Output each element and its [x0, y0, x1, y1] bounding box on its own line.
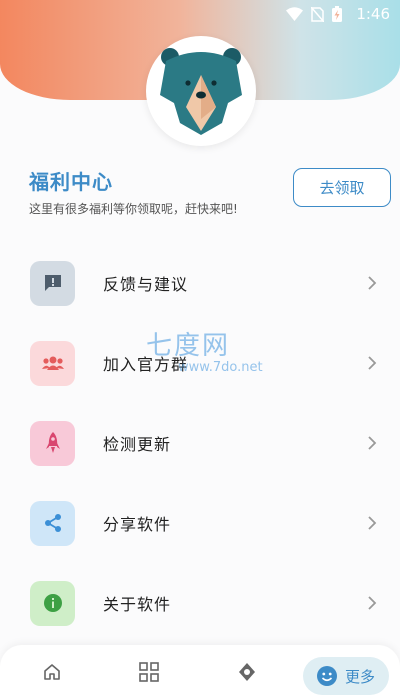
group-icon [41, 356, 64, 370]
menu-label-check-update: 检测更新 [103, 435, 172, 454]
menu-item-join-group[interactable]: 加入官方群 [0, 333, 400, 393]
nav-discover[interactable] [232, 657, 262, 687]
menu-item-about[interactable]: 关于软件 [0, 573, 400, 633]
group-icon-box [30, 340, 75, 386]
claim-button[interactable]: 去领取 [293, 168, 391, 207]
menu-label-feedback: 反馈与建议 [103, 275, 189, 294]
nav-home[interactable] [37, 657, 67, 687]
app-logo-avatar [146, 36, 256, 146]
home-icon [44, 664, 60, 680]
smiley-icon [316, 666, 337, 686]
chevron-right-icon [368, 596, 377, 610]
feedback-icon-box [30, 260, 75, 306]
chevron-right-icon [368, 516, 377, 530]
welfare-title: 福利中心 [29, 170, 113, 194]
status-time: 1:46 [356, 5, 390, 23]
compass-icon [239, 663, 255, 681]
battery-charging-icon [332, 6, 342, 22]
status-icons [286, 6, 342, 22]
menu-label-join-group: 加入官方群 [103, 355, 189, 374]
status-bar: 1:46 [0, 0, 400, 28]
welfare-section: 福利中心 这里有很多福利等你领取呢，赶快来吧! [29, 166, 238, 217]
nav-more[interactable]: 更多 [303, 657, 389, 695]
feedback-icon [44, 275, 61, 291]
no-sim-icon [311, 6, 324, 22]
rocket-icon [45, 432, 60, 453]
menu-label-about: 关于软件 [103, 595, 172, 614]
grid-icon [139, 662, 159, 682]
share-icon-box [30, 500, 75, 546]
nav-categories[interactable] [134, 657, 164, 687]
rocket-icon-box [30, 420, 75, 466]
wifi-icon [286, 7, 303, 21]
chevron-right-icon [368, 276, 377, 290]
info-icon-box [30, 580, 75, 626]
chevron-right-icon [368, 356, 377, 370]
menu-label-share: 分享软件 [103, 515, 172, 534]
menu-item-check-update[interactable]: 检测更新 [0, 413, 400, 473]
menu-item-share[interactable]: 分享软件 [0, 493, 400, 553]
welfare-subtitle: 这里有很多福利等你领取呢，赶快来吧! [29, 202, 238, 216]
bear-logo-icon [160, 48, 242, 135]
bottom-nav: 更多 [0, 645, 400, 700]
menu-item-feedback[interactable]: 反馈与建议 [0, 253, 400, 313]
info-icon [43, 594, 62, 612]
nav-more-label: 更多 [344, 667, 375, 686]
share-icon [44, 514, 61, 532]
chevron-right-icon [368, 436, 377, 450]
